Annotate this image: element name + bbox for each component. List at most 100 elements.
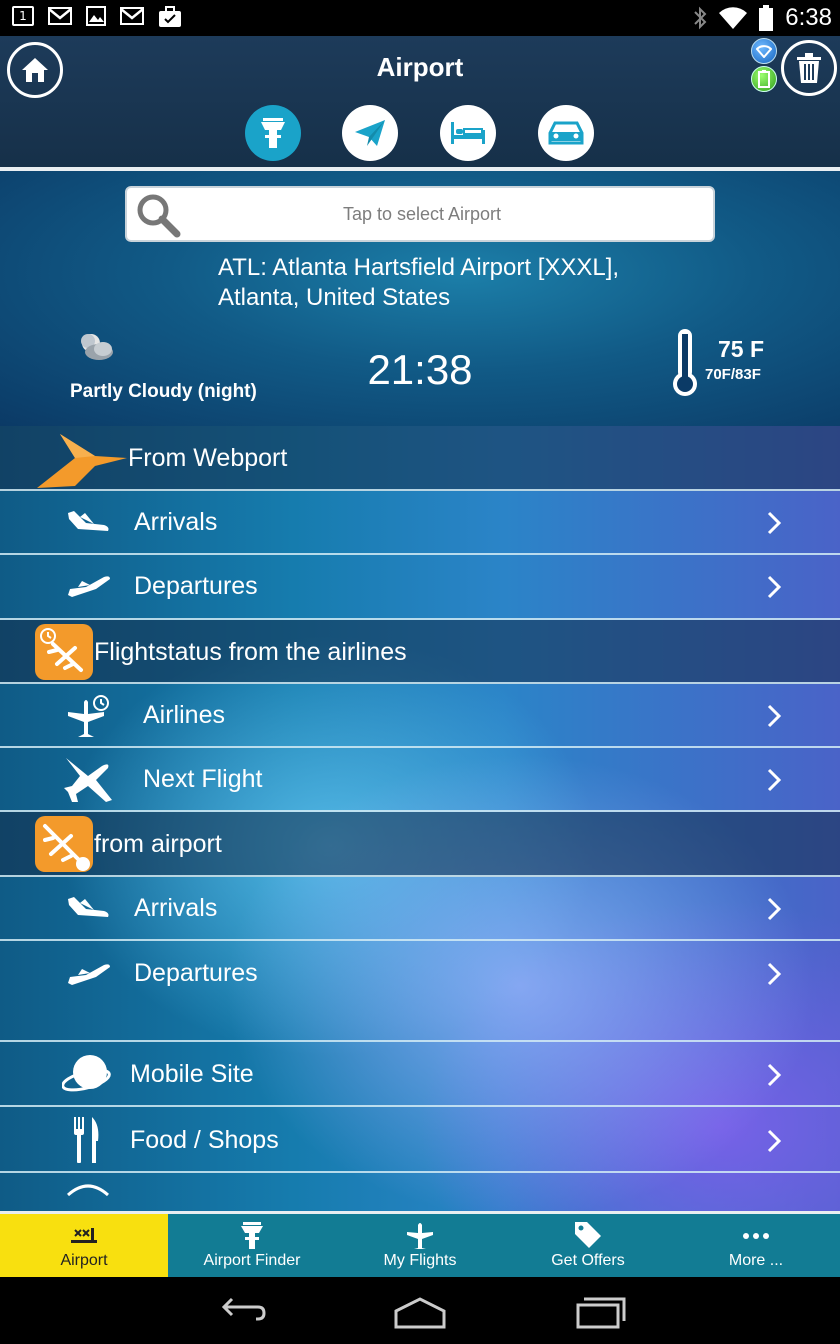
menu-label: Departures (134, 959, 258, 987)
airport-info-panel: Tap to select Airport ATL: Atlanta Harts… (0, 171, 840, 426)
airport-name-line2: Atlanta, United States (218, 284, 451, 311)
fork-knife-icon (74, 1117, 99, 1163)
local-time: 21:38 (367, 346, 473, 393)
home-nav-icon[interactable] (394, 1291, 446, 1331)
bottom-tab-my-flights[interactable]: My Flights (336, 1214, 504, 1277)
tab-flights[interactable] (342, 105, 398, 161)
menu-label: Food / Shops (130, 1126, 279, 1154)
chevron-right-icon (767, 1129, 782, 1153)
battery-icon (758, 70, 770, 88)
connection-wifi-badge (751, 38, 777, 64)
menu-item-icon (66, 1184, 110, 1197)
connection-battery-badge (751, 66, 777, 92)
bottom-tab-get-offers[interactable]: Get Offers (504, 1214, 672, 1277)
tower-icon (241, 1222, 263, 1249)
search-placeholder: Tap to select Airport (342, 204, 502, 224)
section-label-flightstatus: Flightstatus from the airlines (94, 638, 407, 666)
briefcase-icon (159, 6, 181, 27)
section-label-webport: From Webport (128, 444, 288, 472)
bottom-tab-label: More ... (728, 1252, 784, 1269)
thermometer-icon (673, 329, 697, 396)
menu-item-mobile-site[interactable]: Mobile Site (0, 1042, 840, 1107)
menu-label: Departures (134, 572, 258, 600)
flight-status-clock-icon (35, 624, 93, 680)
weather-condition: Partly Cloudy (night) (70, 381, 257, 402)
airport-search-field[interactable]: Tap to select Airport (125, 186, 715, 242)
section-header-webport: From Webport (0, 426, 840, 491)
airline-schedule-icon (68, 695, 109, 737)
bottom-tab-bar: Airport Airport Finder My Flights Get Of… (0, 1211, 840, 1277)
arrival-plane-icon (68, 511, 109, 531)
chevron-right-icon (767, 704, 782, 728)
temperature-range: 70F/83F (705, 366, 761, 383)
departure-plane-icon (68, 964, 110, 985)
menu-item-airport-arrivals[interactable]: Arrivals (0, 877, 840, 941)
tag-icon (575, 1222, 601, 1248)
wifi-icon (756, 45, 772, 58)
category-tabs (0, 105, 840, 161)
menu-label: Arrivals (134, 894, 218, 922)
tab-airport[interactable] (245, 105, 301, 161)
sim-1-icon: 1 (12, 6, 34, 26)
airport-name-line1: ATL: Atlanta Hartsfield Airport [XXXL], (218, 254, 620, 281)
bottom-tab-label: Get Offers (551, 1252, 625, 1269)
image-icon (86, 6, 106, 26)
airport-tower-icon (261, 118, 285, 148)
tab-cars[interactable] (538, 105, 594, 161)
tab-hotels[interactable] (440, 105, 496, 161)
hotel-bed-icon (451, 122, 485, 144)
bottom-tab-more[interactable]: More ... (672, 1214, 840, 1277)
section-header-flightstatus: Flightstatus from the airlines (0, 620, 840, 684)
chevron-right-icon (767, 575, 782, 599)
menu-item-airport-departures[interactable]: Departures (0, 941, 840, 1042)
section-header-from-airport: from airport (0, 812, 840, 877)
app-screen: 1 6:38 Airport Tap to select Airport ATL… (0, 0, 840, 1344)
chevron-right-icon (767, 1063, 782, 1087)
car-icon (548, 121, 584, 145)
webport-bird-icon (37, 434, 127, 488)
trash-icon (797, 53, 821, 83)
bottom-tab-airport-finder[interactable]: Airport Finder (168, 1214, 336, 1277)
chevron-right-icon (767, 511, 782, 535)
selected-airport: ATL: Atlanta Hartsfield Airport [XXXL], … (218, 253, 818, 313)
menu-item-next-flight[interactable]: Next Flight (0, 748, 840, 812)
chevron-right-icon (767, 897, 782, 921)
battery-icon (759, 5, 774, 31)
app-header: Airport (0, 36, 840, 167)
page-title: Airport (376, 52, 464, 82)
partly-cloudy-night-icon (81, 334, 113, 360)
bluetooth-icon (694, 6, 707, 30)
chevron-right-icon (767, 768, 782, 792)
menu-label: Mobile Site (130, 1060, 254, 1088)
menu-item-partial[interactable] (0, 1173, 840, 1211)
bottom-tab-label: Airport (60, 1252, 108, 1269)
chevron-right-icon (767, 962, 782, 986)
planet-globe-icon (62, 1055, 111, 1092)
recent-apps-icon[interactable] (576, 1291, 626, 1331)
back-icon[interactable] (218, 1291, 266, 1331)
next-flight-plane-icon (64, 758, 112, 802)
gmail-icon (48, 7, 72, 25)
runway-icon (71, 1228, 97, 1243)
from-airport-plane-icon (35, 816, 93, 872)
arrival-plane-icon (68, 897, 109, 917)
bottom-tab-airport[interactable]: Airport (0, 1214, 168, 1277)
menu-item-webport-arrivals[interactable]: Arrivals (0, 491, 840, 555)
system-navigation-bar (0, 1277, 840, 1344)
menu-item-airlines[interactable]: Airlines (0, 684, 840, 748)
delete-button[interactable] (781, 40, 837, 96)
current-temperature: 75 F (718, 336, 765, 362)
menu-item-food-shops[interactable]: Food / Shops (0, 1107, 840, 1173)
status-time: 6:38 (785, 4, 832, 31)
section-label-from-airport: from airport (94, 830, 222, 858)
paper-plane-icon (355, 120, 385, 146)
departure-plane-icon (68, 576, 110, 597)
menu-item-webport-departures[interactable]: Departures (0, 555, 840, 620)
gmail-icon (120, 7, 144, 25)
bottom-tab-label: My Flights (383, 1252, 457, 1269)
menu-label: Next Flight (143, 765, 263, 793)
airport-menu: From Webport Arrivals Departures Flights… (0, 426, 840, 1211)
status-bar: 1 6:38 (0, 0, 840, 36)
wifi-icon (719, 7, 748, 30)
menu-label: Arrivals (134, 508, 218, 536)
